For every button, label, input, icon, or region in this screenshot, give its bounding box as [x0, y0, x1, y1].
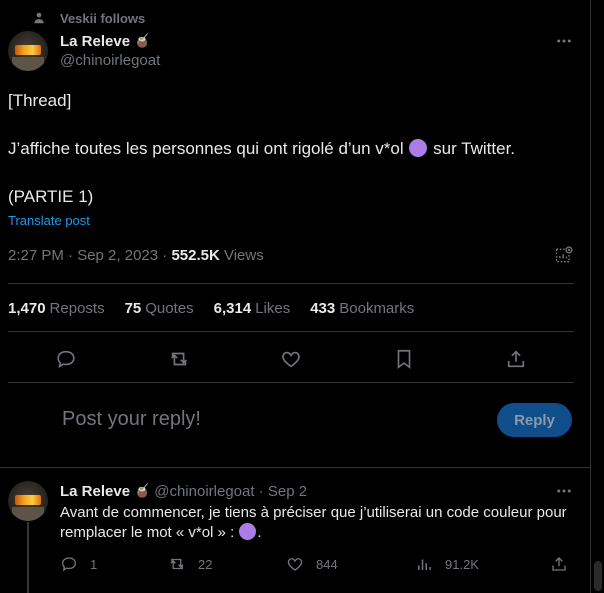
reply-icon[interactable] — [52, 345, 80, 373]
reply-text-body: Avant de commencer, je tiens à préciser … — [60, 504, 567, 541]
views-label: Views — [223, 247, 264, 264]
share-icon[interactable] — [502, 345, 530, 373]
repost-count: 22 — [198, 556, 213, 572]
stat-likes[interactable]: 6,314 Likes — [214, 300, 291, 317]
post-line-2-text: J’affiche toutes les personnes qui ont r… — [8, 139, 404, 158]
reply-author-emoji: 🧉 — [134, 483, 151, 498]
views-count: 552.5K — [171, 247, 220, 264]
reply-header: La Releve 🧉 @chinoirlegoat · Sep 2 — [60, 481, 307, 501]
reply-author-name[interactable]: La Releve — [60, 483, 130, 500]
divider — [0, 467, 591, 468]
post-timestamp[interactable]: 2:27 PM · Sep 2, 2023 · — [8, 247, 167, 264]
reply-count: 1 — [90, 556, 98, 572]
bookmark-icon[interactable] — [390, 345, 418, 373]
person-icon — [34, 12, 44, 24]
analytics-icon[interactable] — [554, 245, 574, 265]
thread-line — [27, 522, 29, 593]
author-handle[interactable]: @chinoirlegoat — [60, 52, 160, 69]
like-icon[interactable] — [277, 345, 305, 373]
more-options-icon[interactable] — [554, 31, 574, 51]
action-bar — [8, 345, 574, 373]
purple-circle-emoji — [409, 139, 428, 157]
post-line-2: J’affiche toutes les personnes qui ont r… — [8, 137, 515, 161]
reply-text-end: . — [257, 524, 262, 541]
reply-meta[interactable]: @chinoirlegoat · Sep 2 — [154, 483, 307, 500]
post-meta: 2:27 PM · Sep 2, 2023 · 552.5K Views — [8, 247, 264, 264]
divider — [8, 331, 574, 332]
reply-reply-button[interactable]: 1 — [60, 555, 97, 573]
like-icon — [287, 558, 303, 571]
reply-icon — [61, 557, 77, 572]
reply-text: Avant de commencer, je tiens à préciser … — [60, 503, 580, 543]
stat-reposts[interactable]: 1,470 Reposts — [8, 300, 105, 317]
social-context[interactable]: Veskii follows — [32, 10, 145, 26]
reply-views-button[interactable]: 91.2K — [415, 555, 479, 573]
stat-bookmarks[interactable]: 433 Bookmarks — [310, 300, 414, 317]
translate-link[interactable]: Translate post — [8, 213, 90, 228]
reply-action-bar: 1 22 844 91.2K — [60, 555, 580, 575]
author-block: La Releve 🧉 @chinoirlegoat — [60, 31, 160, 70]
author-emoji: 🧉 — [134, 33, 151, 48]
repost-icon — [170, 558, 184, 570]
stat-quotes[interactable]: 75 Quotes — [125, 300, 194, 317]
reply-share-button[interactable] — [550, 555, 580, 573]
author-name[interactable]: La Releve — [60, 33, 130, 50]
reply-button[interactable]: Reply — [497, 403, 572, 437]
engagement-stats: 1,470 Reposts 75 Quotes 6,314 Likes 433 Book… — [8, 300, 414, 317]
reply-repost-button[interactable]: 22 — [168, 555, 212, 573]
scrollbar[interactable] — [592, 0, 604, 593]
views-icon — [418, 559, 431, 570]
like-count: 844 — [316, 556, 338, 572]
reply-input[interactable]: Post your reply! — [62, 408, 201, 431]
post-line-1: [Thread] — [8, 91, 72, 110]
social-context-text: Veskii follows — [60, 10, 146, 26]
views-count: 91.2K — [445, 556, 479, 572]
avatar[interactable] — [8, 31, 48, 71]
post-line-3: (PARTIE 1) — [8, 187, 94, 206]
reply-more-options-icon[interactable] — [554, 481, 574, 501]
timeline-column: Veskii follows La Releve 🧉 @chinoirlegoa… — [0, 0, 591, 593]
reply-avatar[interactable] — [8, 481, 48, 521]
divider — [8, 382, 574, 383]
reply-like-button[interactable]: 844 — [286, 555, 338, 573]
repost-icon[interactable] — [165, 345, 193, 373]
divider — [8, 283, 574, 284]
post-line-2-text-end: sur Twitter. — [433, 139, 516, 158]
scrollbar-thumb[interactable] — [594, 561, 602, 591]
share-icon — [552, 557, 566, 571]
purple-circle-emoji — [239, 523, 257, 540]
